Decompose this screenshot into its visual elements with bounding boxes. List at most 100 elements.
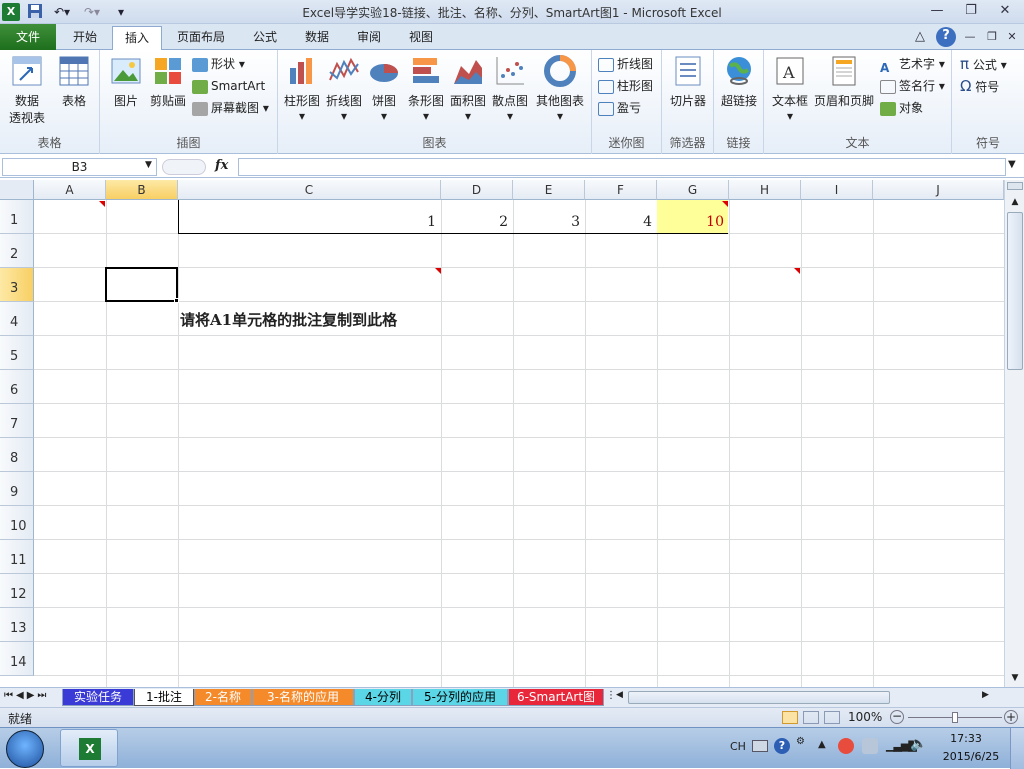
column-header-h[interactable]: H [729,180,801,200]
table-button[interactable]: 表格 [54,54,94,109]
close-button[interactable]: ✕ [990,2,1020,20]
split-box[interactable] [1007,182,1023,190]
fill-handle[interactable] [174,298,179,303]
page-layout-view-icon[interactable] [803,711,819,724]
cell-c4[interactable]: 请将A1单元格的批注复制到此格 [180,309,480,330]
cell-g1[interactable]: 10 [657,214,724,230]
sheet-tab-0[interactable]: 实验任务 [62,689,134,706]
cell-c1[interactable]: 1 [178,214,436,230]
cell-d1[interactable]: 2 [441,214,508,230]
column-header-b[interactable]: B [106,180,178,200]
input-language[interactable]: CH [730,740,746,753]
row-header-8[interactable]: 8 [0,438,34,472]
show-desktop-button[interactable] [1010,728,1024,769]
tab-home[interactable]: 开始 [60,26,110,50]
tab-view[interactable]: 视图 [396,26,446,50]
comment-indicator-g1[interactable] [722,201,728,207]
normal-view-icon[interactable] [782,711,798,724]
header-footer-button[interactable]: 页眉和页脚 [812,54,876,109]
signature-button[interactable]: 签名行 ▾ [880,76,945,96]
taskbar-excel-button[interactable]: X [60,729,118,767]
tab-file[interactable]: 文件 [0,24,56,50]
action-center-icon[interactable] [862,738,878,754]
formula-input[interactable] [238,158,1006,176]
equation-button[interactable]: π 公式 ▾ [960,54,1007,74]
hyperlink-button[interactable]: 超链接 [717,54,761,109]
tab-review[interactable]: 审阅 [344,26,394,50]
restore-button[interactable]: ❐ [956,2,986,20]
row-header-4[interactable]: 4 [0,302,34,336]
row-header-9[interactable]: 9 [0,472,34,506]
tab-insert[interactable]: 插入 [112,26,162,51]
column-header-f[interactable]: F [585,180,657,200]
tab-splitter[interactable]: ⋮ [606,690,616,701]
line-chart-button[interactable]: 折线图 ▾ [324,54,364,123]
column-header-a[interactable]: A [34,180,106,200]
row-header-11[interactable]: 11 [0,540,34,574]
tab-page-layout[interactable]: 页面布局 [166,26,236,50]
expand-formula-icon[interactable]: ▼ [1008,159,1016,170]
row-header-3[interactable]: 3 [0,268,34,302]
sheet-tab-6[interactable]: 6-SmartArt图 [508,689,604,706]
sheet-tab-5[interactable]: 5-分列的应用 [412,689,508,706]
column-header-c[interactable]: C [178,180,441,200]
column-header-e[interactable]: E [513,180,585,200]
minimize-button[interactable]: — [922,2,952,20]
formula-splitter[interactable] [162,159,206,175]
other-charts-button[interactable]: 其他图表 ▾ [532,54,588,123]
zoom-in-icon[interactable]: + [1004,710,1018,724]
tray-expand-icon[interactable]: ▲ [818,739,826,750]
pie-chart-button[interactable]: 饼图 ▾ [366,54,402,123]
scatter-chart-button[interactable]: 散点图 ▾ [490,54,530,123]
workbook-minimize-button[interactable]: — [960,28,980,46]
zoom-out-icon[interactable]: − [890,710,904,724]
clock-date[interactable]: 2015/6/25 [936,750,1006,763]
hscroll-right-icon[interactable]: ▶ [982,690,989,700]
tab-formulas[interactable]: 公式 [240,26,290,50]
cell-f1[interactable]: 4 [585,214,652,230]
column-header-i[interactable]: I [801,180,873,200]
sheet-tab-1[interactable]: 1-批注 [134,689,194,706]
sparkline-column-button[interactable]: 柱形图 [598,76,653,96]
pivot-table-button[interactable]: 数据 透视表 [4,54,50,126]
slicer-button[interactable]: 切片器 [666,54,710,109]
sparkline-winloss-button[interactable]: 盈亏 [598,98,641,118]
smartart-button[interactable]: SmartArt [192,76,265,96]
sheet-tab-4[interactable]: 4-分列 [354,689,412,706]
screenshot-button[interactable]: 屏幕截图 ▾ [192,98,269,118]
zoom-slider-thumb[interactable] [952,712,958,723]
workbook-close-button[interactable]: ✕ [1002,28,1022,46]
row-header-14[interactable]: 14 [0,642,34,676]
security-tray-icon[interactable] [838,738,854,754]
row-header-13[interactable]: 13 [0,608,34,642]
row-header-2[interactable]: 2 [0,234,34,268]
textbox-button[interactable]: A 文本框 ▾ [768,54,812,123]
row-header-1[interactable]: 1 [0,200,34,234]
scroll-thumb[interactable] [1007,212,1023,370]
row-header-10[interactable]: 10 [0,506,34,540]
insert-function-icon[interactable]: fx [215,158,228,173]
picture-button[interactable]: 图片 [106,54,146,109]
help-icon[interactable]: ? [936,27,956,47]
row-header-6[interactable]: 6 [0,370,34,404]
hscroll-thumb[interactable] [628,691,890,704]
shapes-button[interactable]: 形状 ▾ [192,54,245,74]
selected-cell-b3[interactable] [105,267,178,302]
help-tray-icon[interactable]: ? [774,738,790,754]
keyboard-icon[interactable] [752,740,768,752]
cell-e1[interactable]: 3 [513,214,580,230]
select-all-corner[interactable] [0,180,34,200]
tab-data[interactable]: 数据 [292,26,342,50]
row-header-12[interactable]: 12 [0,574,34,608]
tray-settings-icon[interactable]: ⚙ [796,736,805,747]
start-button-icon[interactable] [6,730,44,768]
sheet-tab-3[interactable]: 3-名称的应用 [252,689,354,706]
clipart-button[interactable]: 剪贴画 [146,54,190,109]
object-button[interactable]: 对象 [880,98,923,118]
minimize-ribbon-icon[interactable]: △ [910,28,930,46]
workbook-restore-button[interactable]: ❐ [982,28,1002,46]
name-box[interactable]: B3 [2,158,157,176]
hscroll-left-icon[interactable]: ◀ [616,690,623,700]
wordart-button[interactable]: A 艺术字 ▾ [880,54,945,75]
name-box-dropdown-icon[interactable]: ▼ [145,160,152,170]
